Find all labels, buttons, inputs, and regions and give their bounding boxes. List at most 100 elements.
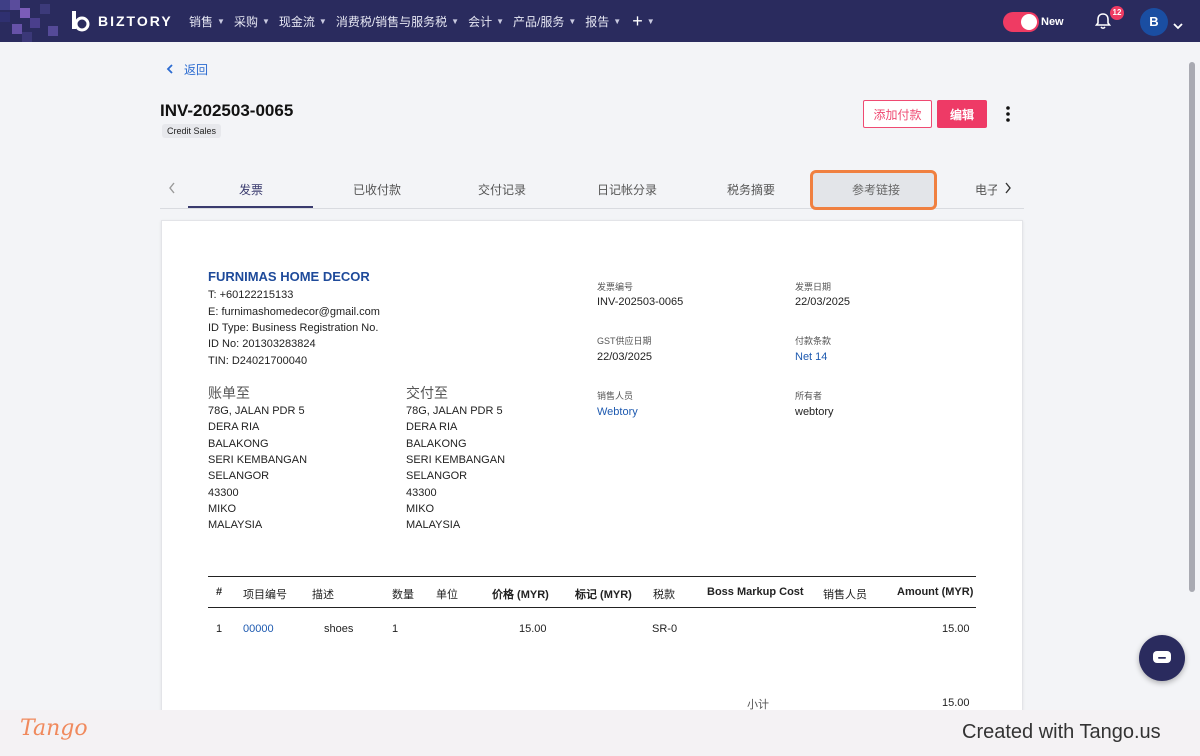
column-header-item-code: 项目编号 (243, 589, 287, 601)
bill-to-heading: 账单至 (208, 385, 250, 401)
active-tab-indicator (188, 206, 313, 208)
menu-label: 销售 (189, 14, 214, 29)
tab-invoice[interactable]: 发票 (239, 181, 263, 198)
salesperson-label: 销售人员 (597, 391, 634, 401)
tab-tax-summary[interactable]: 税务摘要 (727, 181, 775, 198)
biztory-logo-icon (70, 9, 92, 33)
add-payment-button[interactable]: 添加付款 (863, 100, 932, 128)
company-name: FURNIMAS HOME DECOR (208, 269, 370, 284)
bill-to-line: MIKO (208, 503, 237, 515)
ship-to-line: 78G, JALAN PDR 5 (406, 405, 503, 417)
menu-add[interactable]: + ▼ (630, 11, 654, 32)
tab-reference-links[interactable]: 参考链接 (852, 181, 900, 198)
tab-delivery-records[interactable]: 交付记录 (478, 181, 526, 198)
back-link[interactable]: 返回 (166, 61, 208, 78)
cell-tax: SR-0 (652, 623, 678, 635)
cell-qty: 1 (392, 623, 399, 635)
tab-payments-received[interactable]: 已收付款 (353, 181, 401, 198)
menu-products[interactable]: 产品/服务 ▼ (513, 13, 576, 30)
main-menu: 销售 ▼ 采购 ▼ 现金流 ▼ 消费税/销售与服务税 ▼ 会计 ▼ 产品/服务 ▼ 报告 ▼ … (189, 0, 664, 42)
salesperson-link[interactable]: Webtory (597, 406, 638, 418)
cell-amount: 15.00 (942, 623, 970, 635)
company-email: E: furnimashomedecor@gmail.com (208, 306, 380, 318)
caret-down-icon: ▼ (646, 16, 655, 26)
back-label: 返回 (184, 63, 209, 77)
brand-logo[interactable]: BIZTORY (70, 9, 173, 33)
column-header-qty: 数量 (392, 589, 414, 601)
chat-icon (1153, 651, 1171, 663)
column-header-markup: 标记 (MYR) (575, 589, 632, 601)
table-top-rule (208, 576, 976, 577)
ship-to-line: SERI KEMBANGAN (406, 454, 506, 466)
company-tin: TIN: D24021700040 (208, 355, 308, 367)
menu-sales[interactable]: 销售 ▼ (189, 13, 225, 30)
tab-journal-entries[interactable]: 日记帐分录 (597, 181, 657, 198)
bill-to-line: DERA RIA (208, 421, 260, 433)
invoice-date-label: 发票日期 (795, 282, 832, 292)
caret-down-icon: ▼ (568, 16, 577, 26)
status-badge: Credit Sales (162, 124, 222, 138)
column-header-salesperson: 销售人员 (823, 589, 867, 601)
new-ui-toggle[interactable] (1003, 12, 1039, 32)
column-header-unit: 单位 (436, 589, 458, 601)
menu-reports[interactable]: 报告 ▼ (585, 13, 621, 30)
payment-terms-label: 付款条款 (795, 336, 832, 346)
column-header-description: 描述 (312, 589, 334, 601)
caret-down-icon: ▼ (451, 16, 460, 26)
ship-to-heading: 交付至 (406, 385, 448, 401)
ship-to-line: BALAKONG (406, 438, 467, 450)
brand-pixel-decoration (0, 0, 80, 42)
cell-item-code-link[interactable]: 00000 (243, 623, 274, 635)
ship-to-line: DERA RIA (406, 421, 458, 433)
avatar[interactable]: B (1140, 8, 1168, 36)
bill-to-line: SERI KEMBANGAN (208, 454, 308, 466)
column-header-amount: Amount (MYR) (897, 586, 974, 598)
chevron-down-icon[interactable] (1173, 17, 1183, 30)
bill-to-line: 78G, JALAN PDR 5 (208, 405, 305, 417)
ship-to-line: SELANGOR (406, 470, 468, 482)
payment-terms-link[interactable]: Net 14 (795, 351, 827, 363)
cell-description: shoes (324, 623, 354, 635)
bill-to-line: 43300 (208, 487, 239, 499)
new-toggle-label: New (1041, 16, 1064, 28)
more-options-icon[interactable] (1002, 105, 1014, 123)
caret-down-icon: ▼ (318, 16, 327, 26)
edit-button[interactable]: 编辑 (937, 100, 987, 128)
menu-label: 报告 (585, 14, 610, 29)
menu-label: 采购 (233, 14, 258, 29)
chevron-left-icon (166, 63, 174, 77)
menu-label: 产品/服务 (513, 14, 565, 29)
cell-index: 1 (216, 623, 223, 635)
menu-label: 现金流 (278, 14, 315, 29)
ship-to-line: MALAYSIA (406, 519, 461, 531)
page-title: INV-202503-0065 (160, 101, 294, 120)
gst-date-value: 22/03/2025 (597, 351, 653, 363)
brand-name: BIZTORY (98, 13, 173, 29)
caret-down-icon: ▼ (613, 16, 622, 26)
menu-label: 会计 (468, 14, 493, 29)
chat-button[interactable] (1139, 635, 1185, 681)
scrollbar-thumb[interactable] (1189, 62, 1195, 592)
menu-accounting[interactable]: 会计 ▼ (468, 13, 504, 30)
tab-electronic[interactable]: 电子 (975, 181, 997, 198)
tango-logo: Tango (20, 716, 88, 741)
invoice-number-label: 发票编号 (597, 282, 634, 292)
menu-tax[interactable]: 消费税/销售与服务税 ▼ (336, 13, 459, 30)
chevron-right-icon[interactable] (1004, 181, 1012, 197)
menu-purchases[interactable]: 采购 ▼ (234, 13, 270, 30)
chevron-left-icon[interactable] (168, 181, 176, 197)
company-id-type: ID Type: Business Registration No. (208, 322, 379, 334)
invoice-number-value: INV-202503-0065 (597, 296, 684, 308)
ship-to-line: MIKO (406, 503, 435, 515)
notification-badge: 12 (1110, 6, 1124, 20)
owner-label: 所有者 (795, 391, 823, 401)
plus-icon: + (632, 10, 643, 31)
subtotal-value: 15.00 (942, 697, 970, 709)
menu-label: 消费税/销售与服务税 (335, 14, 448, 29)
caret-down-icon: ▼ (217, 16, 225, 26)
gst-date-label: GST供应日期 (597, 336, 652, 346)
bill-to-line: BALAKONG (208, 438, 269, 450)
bill-to-line: SELANGOR (208, 470, 270, 482)
bill-to-line: MALAYSIA (208, 519, 263, 531)
menu-cashflow[interactable]: 现金流 ▼ (279, 13, 327, 30)
